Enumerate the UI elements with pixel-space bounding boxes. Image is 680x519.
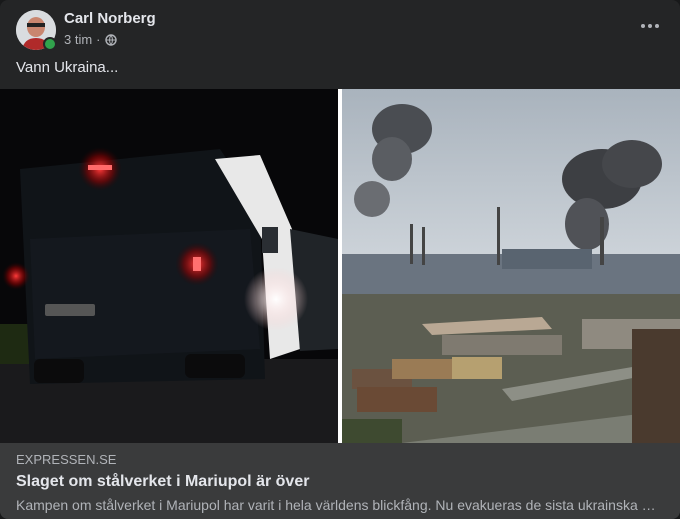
steelworks-smoke-photo	[342, 89, 680, 443]
link-description: Kampen om stålverket i Mariupol har vari…	[16, 497, 656, 513]
link-domain: EXPRESSEN.SE	[16, 452, 117, 467]
feed-post: Carl Norberg 3 tim · Vann Ukraina... EXP…	[0, 0, 680, 519]
post-time[interactable]: 3 tim	[64, 32, 92, 48]
more-dot	[641, 24, 645, 28]
post-header: Carl Norberg 3 tim ·	[16, 10, 664, 54]
more-options-button[interactable]	[636, 16, 664, 36]
link-preview-image[interactable]	[0, 89, 680, 443]
globe-icon[interactable]	[104, 34, 117, 46]
link-preview[interactable]: EXPRESSEN.SE Slaget om stålverket i Mari…	[0, 443, 680, 519]
author-name[interactable]: Carl Norberg	[64, 10, 156, 28]
post-meta: 3 tim ·	[64, 32, 117, 48]
meta-separator: ·	[96, 32, 101, 47]
more-dot	[648, 24, 652, 28]
author-avatar[interactable]	[16, 10, 57, 51]
link-title[interactable]: Slaget om stålverket i Mariupol är över	[16, 472, 309, 492]
more-dot	[655, 24, 659, 28]
vehicles-night-photo	[0, 89, 338, 443]
post-text: Vann Ukraina...	[16, 59, 119, 76]
online-status-dot	[43, 37, 57, 51]
